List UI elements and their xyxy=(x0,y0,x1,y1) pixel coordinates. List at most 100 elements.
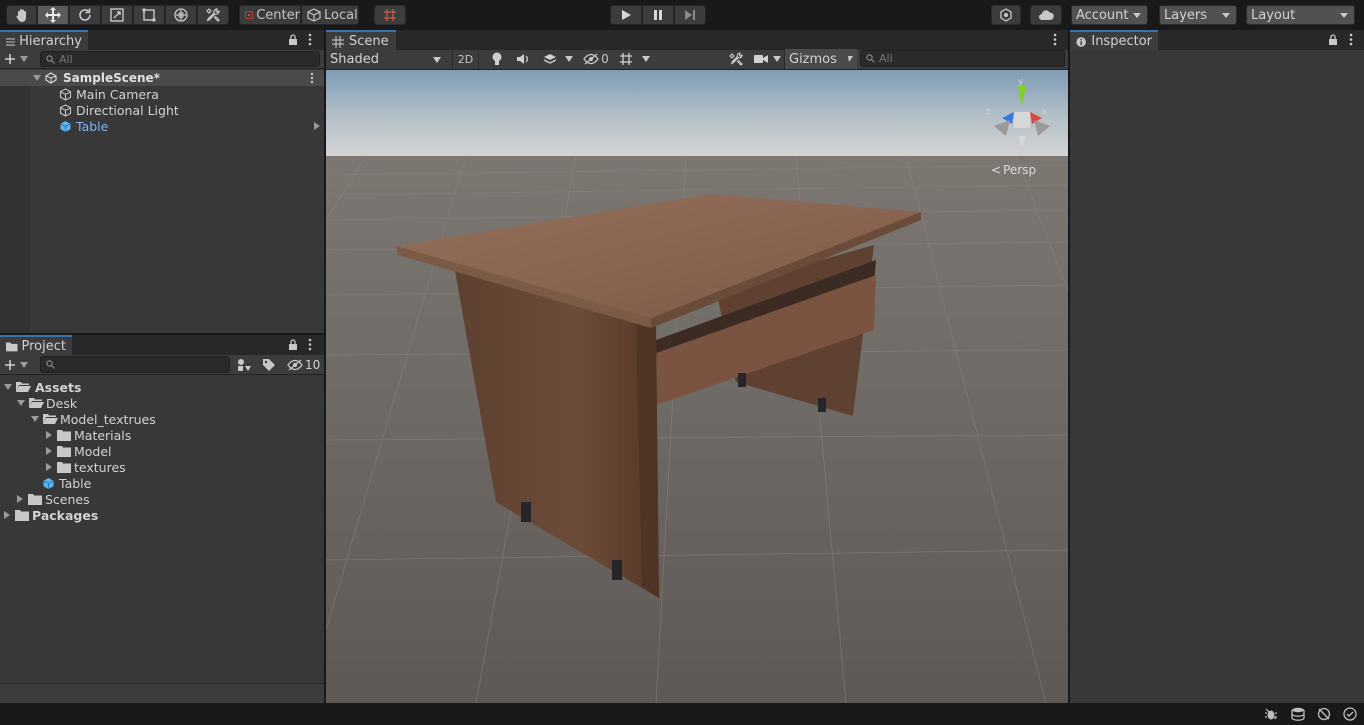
chevron-right-icon[interactable] xyxy=(17,495,23,503)
main-toolbar: Center Local Account Layers Layout xyxy=(0,0,1364,30)
hand-tool-button[interactable] xyxy=(6,5,37,25)
tree-item-materials[interactable]: Materials xyxy=(46,427,131,443)
shading-mode-dropdown[interactable]: Shaded xyxy=(326,50,448,69)
chevron-right-icon[interactable] xyxy=(314,122,320,130)
prefab-icon xyxy=(60,120,71,132)
layers-label: Layers xyxy=(1164,7,1208,23)
persp-chevron-icon: < xyxy=(991,163,1002,177)
collab-button[interactable] xyxy=(991,5,1021,25)
chevron-down-icon[interactable] xyxy=(33,75,41,81)
pause-button[interactable] xyxy=(642,5,674,25)
tree-item-scenes[interactable]: Scenes xyxy=(17,491,90,507)
orientation-gizmo[interactable]: y z x xyxy=(982,76,1058,156)
pivot-space-button[interactable]: Local xyxy=(301,5,359,25)
chevron-down-icon xyxy=(1133,13,1141,18)
chevron-right-icon[interactable] xyxy=(46,431,52,439)
lock-icon[interactable] xyxy=(288,34,298,46)
chevron-down-icon xyxy=(641,56,650,62)
scene-viewport[interactable]: y z x < Persp xyxy=(326,70,1068,703)
chevron-down-icon xyxy=(20,362,28,368)
scene-tab-label: Scene xyxy=(349,34,389,49)
list-icon xyxy=(6,37,16,46)
chevron-right-icon[interactable] xyxy=(46,463,52,471)
tab-scene[interactable]: Scene xyxy=(326,30,396,51)
hierarchy-panel: Hierarchy All SampleScene* Main Camera D… xyxy=(0,30,324,333)
hierarchy-item-directional-light[interactable]: Directional Light xyxy=(59,102,179,118)
tree-item-model[interactable]: Model xyxy=(46,443,112,459)
move-tool-button[interactable] xyxy=(37,5,69,25)
step-button[interactable] xyxy=(674,5,706,25)
debug-mode-icon[interactable] xyxy=(1264,707,1278,721)
projection-toggle[interactable]: < Persp xyxy=(991,163,1036,177)
hierarchy-search-input[interactable]: All xyxy=(40,51,320,67)
2d-toggle-button[interactable]: 2D xyxy=(452,49,479,69)
search-by-type-icon[interactable] xyxy=(236,358,252,372)
scale-tool-button[interactable] xyxy=(101,5,133,25)
tree-item-assets[interactable]: Assets xyxy=(4,379,81,395)
grid-dropdown[interactable] xyxy=(614,49,654,69)
chevron-down-icon xyxy=(565,56,573,62)
tab-hierarchy[interactable]: Hierarchy xyxy=(0,30,88,51)
scene-search-input[interactable]: All xyxy=(860,50,1065,67)
lighting-toggle-button[interactable] xyxy=(486,49,508,69)
hierarchy-item-main-camera[interactable]: Main Camera xyxy=(59,86,159,102)
lock-icon[interactable] xyxy=(1328,34,1338,46)
chevron-down-icon xyxy=(1222,13,1230,18)
progress-check-icon[interactable] xyxy=(1343,707,1357,721)
hidden-objects-toggle[interactable]: 0 xyxy=(582,49,610,69)
kebab-menu-icon[interactable] xyxy=(1053,33,1057,46)
cloud-button[interactable] xyxy=(1030,5,1062,25)
create-button[interactable] xyxy=(4,51,32,67)
2d-toggle-label: 2D xyxy=(457,52,474,66)
chevron-right-icon[interactable] xyxy=(4,511,10,519)
tree-item-packages[interactable]: Packages xyxy=(4,507,98,523)
kebab-menu-icon[interactable] xyxy=(308,33,312,46)
hierarchy-gutter xyxy=(0,70,30,333)
chevron-down-icon[interactable] xyxy=(17,400,25,406)
project-toolbar: 10 xyxy=(0,355,324,375)
hierarchy-item-label: Table xyxy=(76,118,109,134)
grid-snap-button[interactable] xyxy=(374,5,406,25)
camera-settings-dropdown[interactable] xyxy=(751,49,783,69)
project-search-input[interactable] xyxy=(40,356,230,373)
tree-item-desk[interactable]: Desk xyxy=(17,395,77,411)
rotate-tool-button[interactable] xyxy=(69,5,101,25)
hierarchy-item-table[interactable]: Table xyxy=(59,118,108,134)
scene-3d-render xyxy=(326,70,1068,703)
effects-dropdown[interactable] xyxy=(538,49,578,69)
tree-item-table-prefab[interactable]: Table xyxy=(42,475,91,491)
tree-item-model-textrues[interactable]: Model_textrues xyxy=(31,411,156,427)
status-bar xyxy=(0,703,1364,725)
layout-dropdown[interactable]: Layout xyxy=(1246,5,1355,25)
play-button[interactable] xyxy=(610,5,642,25)
tree-item-textures[interactable]: textures xyxy=(46,459,126,475)
chevron-right-icon[interactable] xyxy=(46,447,52,455)
tools-overlay-button[interactable] xyxy=(725,49,747,69)
gizmos-dropdown[interactable]: Gizmos xyxy=(784,49,857,69)
custom-tool-button[interactable] xyxy=(197,5,229,25)
scene-header-row[interactable]: SampleScene* xyxy=(0,70,324,86)
audio-toggle-button[interactable] xyxy=(512,49,534,69)
scale-tool-icon xyxy=(110,8,124,22)
cache-server-icon[interactable] xyxy=(1291,707,1305,721)
tab-project[interactable]: Project xyxy=(0,335,72,356)
tab-inspector[interactable]: Inspector xyxy=(1070,30,1158,51)
auto-generate-lighting-icon[interactable] xyxy=(1317,707,1331,721)
kebab-menu-icon[interactable] xyxy=(310,72,314,84)
lock-icon[interactable] xyxy=(288,339,298,351)
play-controls xyxy=(610,5,706,25)
pivot-center-button[interactable]: Center xyxy=(239,5,301,25)
kebab-menu-icon[interactable] xyxy=(1349,33,1353,46)
account-dropdown[interactable]: Account xyxy=(1071,5,1148,25)
transform-tool-button[interactable] xyxy=(165,5,197,25)
kebab-menu-icon[interactable] xyxy=(308,338,312,351)
rect-tool-button[interactable] xyxy=(133,5,165,25)
layers-dropdown[interactable]: Layers xyxy=(1159,5,1237,25)
shading-mode-label: Shaded xyxy=(330,52,379,67)
inspector-tab-label: Inspector xyxy=(1091,34,1152,49)
label-tag-icon[interactable] xyxy=(262,358,276,372)
create-button[interactable] xyxy=(4,357,32,373)
hidden-packages-toggle[interactable]: 10 xyxy=(287,357,320,373)
chevron-down-icon[interactable] xyxy=(4,384,12,390)
chevron-down-icon[interactable] xyxy=(31,416,39,422)
